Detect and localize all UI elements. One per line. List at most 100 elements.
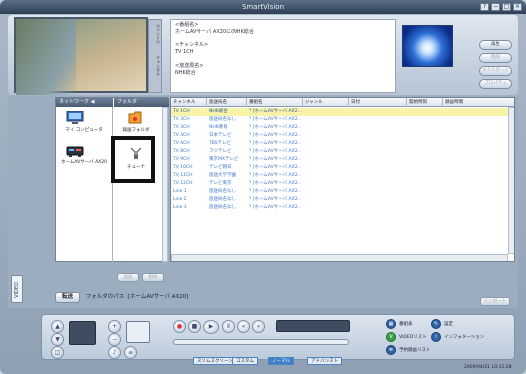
channel-down-button[interactable]: ▼: [51, 333, 64, 346]
table-cell: * [ホームAVサーバ AX2...: [249, 125, 302, 130]
seek-bar[interactable]: [173, 339, 349, 345]
settings-icon[interactable]: ✎: [431, 319, 441, 329]
sub-audio-button[interactable]: ≡: [124, 346, 137, 359]
column-header[interactable]: ジャンル: [303, 98, 349, 107]
info-icon[interactable]: i: [431, 332, 441, 342]
export-button[interactable]: エクスポート: [479, 66, 512, 76]
record-folder-icon[interactable]: [128, 111, 142, 126]
table-row[interactable]: TV 4CH 日本テレビ * [ホームAVサーバ AX2...: [171, 132, 514, 140]
info-line: <放送局名>: [175, 62, 204, 69]
video-side-tab[interactable]: VIDEO: [11, 275, 23, 303]
table-cell: * [ホームAVサーバ AX2...: [249, 133, 302, 138]
table-cell: 放送局名なし: [209, 197, 236, 202]
table-cell: 放送大学学園: [209, 173, 236, 178]
mode-slim-screen[interactable]: スリムスクリーン: [193, 357, 237, 365]
program-info-panel: <番組名> ホームAVサーバ AX20に(NHK総合 <チャンネル> TV 1C…: [170, 19, 396, 93]
info-line: [175, 36, 391, 43]
folder-item-label[interactable]: 録画フォルダ: [116, 127, 156, 133]
aspect-button[interactable]: ◫: [51, 346, 64, 359]
play-button[interactable]: 再生: [479, 40, 512, 50]
add-button[interactable]: 追加: [117, 273, 139, 282]
info-line: <番組名>: [175, 22, 199, 28]
properties-button[interactable]: プロパティ: [479, 79, 512, 89]
table-cell: 放送局名なし: [209, 117, 236, 122]
table-cell: 放送局名なし: [209, 205, 236, 210]
table-row[interactable]: TV 1CH NHK総合 * [ホームAVサーバ AX2...: [171, 108, 514, 116]
reservation-list-icon[interactable]: ≣: [386, 345, 396, 355]
volume-down-button[interactable]: −: [108, 333, 121, 346]
folder-header: フォルダ: [113, 98, 169, 107]
menu-item-label[interactable]: 予約録画リスト: [399, 347, 431, 353]
table-row[interactable]: TV 3CH 放送局名なし * [ホームAVサーバ AX2...: [171, 116, 514, 124]
tab-window[interactable]: ウィンドウ: [151, 24, 161, 44]
table-row[interactable]: TV 12CH テレビ東京 * [ホームAVサーバ AX2...: [171, 180, 514, 188]
network-header[interactable]: ネットワーク ◀: [56, 98, 113, 107]
mode-custom[interactable]: コスタム: [232, 357, 258, 365]
rewind-button[interactable]: «: [237, 320, 250, 333]
network-item-label[interactable]: ホームAVサーバ AX20: [58, 160, 110, 166]
play-control-button[interactable]: ▶: [203, 320, 219, 334]
table-row[interactable]: Line 3 放送局名なし * [ホームAVサーバ AX2...: [171, 204, 514, 212]
tab-channel[interactable]: チャンネル: [151, 56, 161, 76]
column-header[interactable]: チャンネル: [171, 98, 207, 107]
column-header[interactable]: 日付: [349, 98, 407, 107]
table-row[interactable]: TV 11CH 放送大学学園 * [ホームAVサーバ AX2...: [171, 172, 514, 180]
mute-button[interactable]: ♪: [108, 346, 121, 359]
table-row[interactable]: TV 3CH NHK教育 * [ホームAVサーバ AX2...: [171, 124, 514, 132]
table-cell: フジテレビ: [209, 149, 232, 154]
mode-normal[interactable]: ノーマル: [268, 357, 294, 365]
table-cell: * [ホームAVサーバ AX2...: [249, 109, 302, 114]
column-header[interactable]: 放送局名: [207, 98, 247, 107]
table-cell: TV 9CH: [173, 157, 190, 162]
table-row[interactable]: TV 8CH フジテレビ * [ホームAVサーバ AX2...: [171, 148, 514, 156]
table-cell: * [ホームAVサーバ AX2...: [249, 141, 302, 146]
table-row[interactable]: TV 9CH 東京MXテレビ * [ホームAVサーバ AX2...: [171, 156, 514, 164]
mode-advanced[interactable]: アドバンスト: [307, 357, 343, 365]
table-row[interactable]: TV 6CH TBSテレビ * [ホームAVサーバ AX2...: [171, 140, 514, 148]
video-preview[interactable]: [14, 17, 148, 95]
volume-up-button[interactable]: +: [108, 320, 121, 333]
stop-button[interactable]: ■: [188, 320, 201, 333]
vertical-scrollbar[interactable]: [508, 107, 514, 254]
computer-icon[interactable]: [66, 110, 84, 127]
table-cell: TV 10CH: [173, 165, 193, 170]
transfer-button[interactable]: 転送: [55, 292, 81, 303]
table-cell: TV 8CH: [173, 149, 190, 154]
column-header[interactable]: 開始時刻: [407, 98, 443, 107]
video-list-icon[interactable]: V: [386, 332, 396, 342]
table-cell: Line 2: [173, 197, 187, 202]
table-cell: TV 6CH: [173, 141, 190, 146]
table-cell: TBSテレビ: [209, 141, 232, 146]
close-button[interactable]: ×: [513, 3, 522, 11]
program-list-table: チャンネル 放送局名 番組名 ジャンル 日付 開始時刻 録画時間 TV 1CH N…: [170, 97, 515, 262]
menu-item-label[interactable]: 番組表: [399, 321, 413, 327]
pause-button[interactable]: Ⅱ: [222, 320, 235, 333]
folder-path-text: フォルダのパス :[ホームAVサーバ AX20]: [85, 294, 189, 300]
fast-forward-button[interactable]: »: [252, 320, 265, 333]
column-header[interactable]: 録画時間: [443, 98, 514, 107]
menu-item-label[interactable]: VIDEOリスト: [399, 334, 427, 340]
av-server-icon[interactable]: [66, 144, 84, 160]
horizontal-scrollbar[interactable]: [171, 254, 508, 261]
column-header[interactable]: 番組名: [247, 98, 303, 107]
table-row[interactable]: Line 1 放送局名なし * [ホームAVサーバ AX2...: [171, 188, 514, 196]
maximize-button[interactable]: □: [502, 3, 511, 11]
program-guide-icon[interactable]: ▦: [386, 319, 396, 329]
remove-button[interactable]: 削除: [142, 273, 164, 282]
network-item-label[interactable]: マイ コンピュータ: [59, 127, 109, 133]
help-button[interactable]: ?: [480, 3, 489, 11]
table-cell: * [ホームAVサーバ AX2...: [249, 189, 302, 194]
channel-up-button[interactable]: ▲: [51, 320, 64, 333]
title-bar: SmartVision ? − □ ×: [0, 0, 526, 14]
menu-item-label[interactable]: インフォメーション: [444, 334, 484, 340]
table-cell: Line 3: [173, 205, 187, 210]
minimize-button[interactable]: −: [491, 3, 500, 11]
delete-button[interactable]: 削除: [479, 53, 512, 63]
record-button[interactable]: ●: [173, 320, 186, 333]
time-display: [276, 320, 350, 332]
menu-item-label[interactable]: 設定: [444, 321, 453, 327]
table-row[interactable]: Line 2 放送局名なし * [ホームAVサーバ AX2...: [171, 196, 514, 204]
table-row[interactable]: TV 10CH テレビ朝日 * [ホームAVサーバ AX2...: [171, 164, 514, 172]
table-cell: * [ホームAVサーバ AX2...: [249, 181, 302, 186]
video-side-tab-label: VIDEO: [14, 282, 20, 298]
